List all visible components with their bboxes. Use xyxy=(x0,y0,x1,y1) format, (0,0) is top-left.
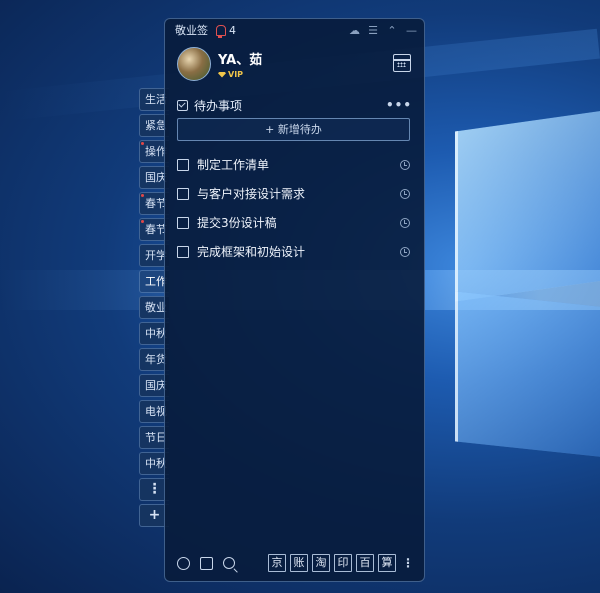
todo-list: 制定工作清单 与客户对接设计需求 提交3份设计稿 完成框架和初始设计 xyxy=(177,150,410,266)
todo-text: 完成框架和初始设计 xyxy=(197,245,306,259)
collapse-icon[interactable]: ⌃ xyxy=(387,24,397,37)
list-more-button[interactable]: ••• xyxy=(386,98,412,112)
todo-checkbox[interactable] xyxy=(177,216,189,229)
unread-dot xyxy=(141,220,144,223)
print-shortcut-button[interactable]: 印 xyxy=(334,554,352,572)
user-profile[interactable]: YA、茹 VIP xyxy=(177,47,262,81)
todo-item[interactable]: 完成框架和初始设计 xyxy=(177,237,410,266)
notification-count: 4 xyxy=(229,23,236,37)
bell-icon[interactable] xyxy=(216,24,226,38)
wallpaper-window-pane xyxy=(455,108,600,302)
todo-text: 制定工作清单 xyxy=(197,158,270,172)
minimize-icon[interactable]: — xyxy=(406,24,417,37)
ledger-shortcut-button[interactable]: 账 xyxy=(290,554,308,572)
todo-checkbox[interactable] xyxy=(177,158,189,171)
clock-icon[interactable] xyxy=(400,246,410,257)
todo-text: 与客户对接设计需求 xyxy=(197,187,306,201)
baidu-shortcut-button[interactable]: 百 xyxy=(356,554,374,572)
clock-icon[interactable] xyxy=(400,188,410,199)
list-header: 待办事项 ••• xyxy=(177,96,412,114)
todo-text: 提交3份设计稿 xyxy=(197,216,277,230)
jd-shortcut-button[interactable]: 京 xyxy=(268,554,286,572)
history-clock-icon[interactable] xyxy=(177,556,190,570)
diamond-icon xyxy=(218,71,226,78)
wallpaper-window-pane xyxy=(455,291,600,459)
user-name: YA、茹 xyxy=(218,53,263,68)
todo-item[interactable]: 制定工作清单 xyxy=(177,150,410,179)
list-title: 待办事项 xyxy=(194,98,243,113)
taobao-shortcut-button[interactable]: 淘 xyxy=(312,554,330,572)
clock-icon[interactable] xyxy=(400,159,410,170)
avatar[interactable] xyxy=(177,47,211,81)
todo-item[interactable]: 提交3份设计稿 xyxy=(177,208,410,237)
todo-checkbox[interactable] xyxy=(177,187,189,200)
window-controls: ☁ ☰ ⌃ — xyxy=(349,24,417,37)
search-icon[interactable] xyxy=(223,557,235,569)
vip-badge: VIP xyxy=(218,70,262,79)
unread-dot xyxy=(141,194,144,197)
add-todo-button[interactable]: + 新增待办 xyxy=(177,118,410,141)
todo-panel: 敬业签 4 ☁ ☰ ⌃ — YA、茹 VIP 待办事项 ••• + 新增待办 制… xyxy=(164,18,425,582)
clock-icon[interactable] xyxy=(400,217,410,228)
todo-item[interactable]: 与客户对接设计需求 xyxy=(177,179,410,208)
todo-checkbox[interactable] xyxy=(177,245,189,258)
title-bar[interactable]: 敬业签 4 ☁ ☰ ⌃ — xyxy=(165,19,424,41)
checklist-icon xyxy=(177,99,188,111)
cloud-icon[interactable]: ☁ xyxy=(349,24,360,37)
archive-box-icon[interactable] xyxy=(200,556,213,570)
quick-tools: 京 账 淘 印 百 算 xyxy=(268,554,396,572)
bottom-toolbar: 京 账 淘 印 百 算 ⋮ xyxy=(177,553,414,573)
calculator-shortcut-button[interactable]: 算 xyxy=(378,554,396,572)
menu-icon[interactable]: ☰ xyxy=(368,24,378,37)
unread-dot xyxy=(141,142,144,145)
calendar-icon[interactable] xyxy=(393,54,411,72)
toolbar-more-button[interactable]: ⋮ xyxy=(402,556,414,570)
app-title: 敬业签 xyxy=(175,24,208,37)
